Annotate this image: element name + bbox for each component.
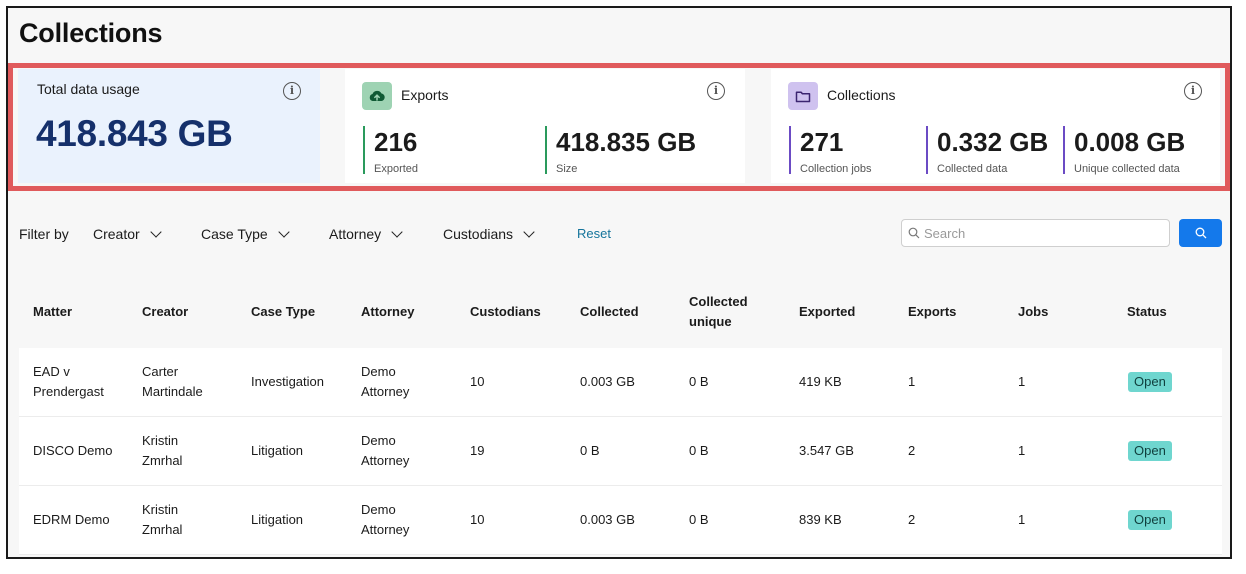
chevron-down-icon	[391, 226, 403, 238]
dropdown-label: Attorney	[329, 226, 382, 242]
table-row[interactable]: EDRM Demo Kristin Zmrhal Litigation Demo…	[19, 486, 1222, 555]
exports-cell: 2	[908, 443, 916, 458]
search-icon	[908, 227, 920, 239]
highlight-box	[8, 63, 1230, 191]
attorney-cell: Demo Attorney	[361, 500, 409, 540]
cell-line: Zmrhal	[142, 522, 183, 537]
dropdown-label: Custodians	[443, 226, 514, 242]
column-header-custodians[interactable]: Custodians	[470, 302, 541, 322]
attorney-cell: Demo Attorney	[361, 362, 409, 402]
matter-cell[interactable]: DISCO Demo	[33, 441, 112, 461]
column-header-collected[interactable]: Collected	[580, 302, 639, 322]
dropdown-label: Creator	[93, 226, 140, 242]
column-header-case-type[interactable]: Case Type	[251, 302, 315, 322]
jobs-cell: 1	[1018, 374, 1026, 389]
cell-line: Attorney	[361, 453, 410, 468]
cell-line: Demo	[361, 502, 396, 517]
reset-link[interactable]: Reset	[577, 226, 611, 241]
attorney-cell: Demo Attorney	[361, 431, 409, 471]
cell-line: Carter	[142, 364, 179, 379]
status-cell: Open	[1128, 372, 1172, 392]
search-button[interactable]	[1179, 219, 1222, 247]
column-header-matter[interactable]: Matter	[33, 302, 72, 322]
collections-page: Collections Total data usage i 418.843 G…	[6, 6, 1232, 559]
custodians-filter-dropdown[interactable]: Custodians	[443, 226, 535, 242]
status-badge: Open	[1128, 441, 1172, 461]
cell-line: Martindale	[142, 384, 203, 399]
collected-unique-cell: 0 B	[689, 443, 709, 458]
column-header-jobs[interactable]: Jobs	[1018, 302, 1048, 322]
jobs-cell: 1	[1018, 443, 1026, 458]
case-type-cell: Litigation	[251, 512, 304, 527]
header-line: unique	[689, 314, 732, 329]
status-cell: Open	[1128, 441, 1172, 461]
case-type-cell: Litigation	[251, 443, 304, 458]
custodians-cell: 10	[470, 374, 485, 389]
column-header-exported[interactable]: Exported	[799, 302, 855, 322]
cell-line: Prendergast	[33, 384, 104, 399]
column-header-exports[interactable]: Exports	[908, 302, 956, 322]
cell-line: Attorney	[361, 384, 410, 399]
collected-unique-cell: 0 B	[689, 512, 709, 527]
exported-cell: 3.547 GB	[799, 443, 854, 458]
creator-cell: Kristin Zmrhal	[142, 431, 182, 471]
status-badge: Open	[1128, 372, 1172, 392]
jobs-cell: 1	[1018, 512, 1026, 527]
search-icon	[1195, 227, 1206, 239]
creator-cell: Carter Martindale	[142, 362, 203, 402]
column-header-attorney[interactable]: Attorney	[361, 302, 414, 322]
page-title: Collections	[19, 18, 163, 48]
exported-cell: 419 KB	[799, 374, 842, 389]
cell-line: Attorney	[361, 522, 410, 537]
search-field[interactable]	[901, 219, 1170, 247]
matter-cell[interactable]: EAD v Prendergast	[33, 362, 104, 402]
status-badge: Open	[1128, 510, 1172, 530]
dropdown-label: Case Type	[201, 226, 268, 242]
exports-cell: 1	[908, 374, 916, 389]
header-line: Collected	[689, 294, 748, 309]
cell-line: Kristin	[142, 502, 179, 517]
search-input[interactable]	[924, 225, 1164, 241]
matters-table: Matter Creator Case Type Attorney Custod…	[19, 279, 1222, 555]
exports-cell: 2	[908, 512, 916, 527]
table-header-row: Matter Creator Case Type Attorney Custod…	[19, 279, 1222, 348]
filter-label: Filter by	[19, 226, 69, 242]
matter-cell[interactable]: EDRM Demo	[33, 510, 110, 530]
column-header-creator[interactable]: Creator	[142, 302, 188, 322]
exported-cell: 839 KB	[799, 512, 842, 527]
creator-cell: Kristin Zmrhal	[142, 500, 182, 540]
chevron-down-icon	[150, 226, 162, 238]
collected-cell: 0.003 GB	[580, 374, 635, 389]
creator-filter-dropdown[interactable]: Creator	[93, 226, 162, 242]
cell-line: Demo	[361, 433, 396, 448]
chevron-down-icon	[523, 226, 535, 238]
collected-cell: 0 B	[580, 443, 600, 458]
collected-unique-cell: 0 B	[689, 374, 709, 389]
table-row[interactable]: DISCO Demo Kristin Zmrhal Litigation Dem…	[19, 417, 1222, 486]
column-header-status[interactable]: Status	[1127, 302, 1167, 322]
cell-line: EAD v	[33, 364, 70, 379]
cell-line: Kristin	[142, 433, 179, 448]
case-type-cell: Investigation	[251, 374, 324, 389]
case-type-filter-dropdown[interactable]: Case Type	[201, 226, 290, 242]
column-header-collected-unique[interactable]: Collected unique	[689, 292, 748, 332]
custodians-cell: 10	[470, 512, 485, 527]
status-cell: Open	[1128, 510, 1172, 530]
custodians-cell: 19	[470, 443, 485, 458]
table-row[interactable]: EAD v Prendergast Carter Martindale Inve…	[19, 348, 1222, 417]
collected-cell: 0.003 GB	[580, 512, 635, 527]
cell-line: Demo	[361, 364, 396, 379]
cell-line: Zmrhal	[142, 453, 183, 468]
filter-bar: Filter by Creator Case Type Attorney Cus…	[8, 218, 1230, 254]
attorney-filter-dropdown[interactable]: Attorney	[329, 226, 403, 242]
chevron-down-icon	[278, 226, 290, 238]
